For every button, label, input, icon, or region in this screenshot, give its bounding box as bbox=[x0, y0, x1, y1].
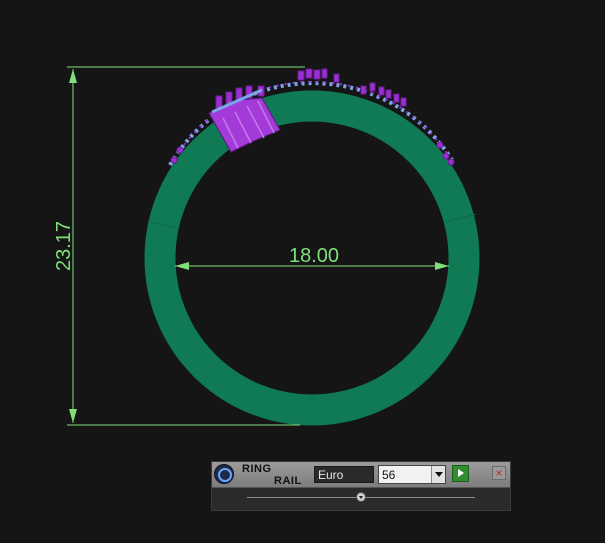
ring-rail-panel: RING RAIL Euro 56 × bbox=[211, 461, 511, 511]
play-icon[interactable] bbox=[452, 465, 469, 482]
height-dimension-label: 23.17 bbox=[53, 221, 75, 271]
ring-size-value: 56 bbox=[382, 468, 396, 482]
ring-logo-icon[interactable] bbox=[214, 464, 234, 484]
rail-slider-thumb[interactable] bbox=[356, 492, 366, 502]
panel-title-ring: RING bbox=[242, 463, 272, 475]
size-standard-field[interactable]: Euro bbox=[314, 466, 374, 483]
width-dimension-label: 18.00 bbox=[289, 245, 339, 267]
panel-header: RING RAIL Euro 56 × bbox=[212, 462, 510, 488]
panel-title-rail: RAIL bbox=[274, 475, 302, 487]
close-icon[interactable]: × bbox=[492, 466, 506, 480]
chevron-down-icon[interactable] bbox=[431, 466, 445, 483]
ring-size-select[interactable]: 56 bbox=[378, 465, 446, 484]
